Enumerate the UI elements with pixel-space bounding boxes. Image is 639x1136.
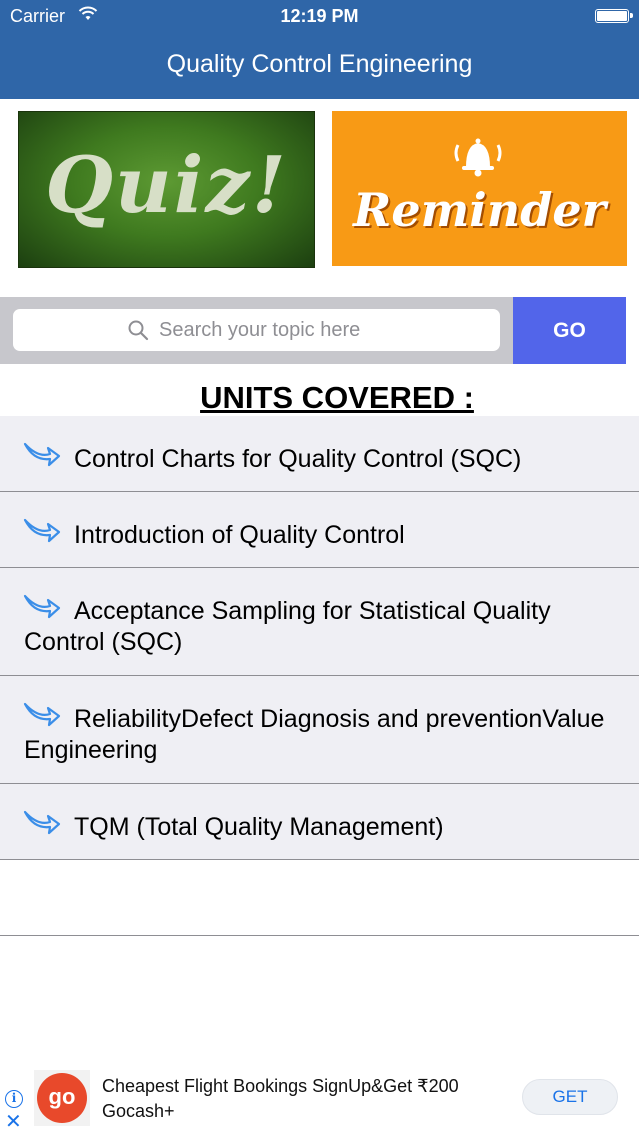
unit-item-label: Control Charts for Quality Control (SQC) [74,445,522,473]
bell-icon [454,138,502,177]
unit-item-tqm[interactable]: TQM (Total Quality Management) [0,784,639,860]
search-input[interactable] [159,309,489,351]
ad-logo-text: go [37,1073,87,1123]
ad-banner[interactable]: i ✕ go Cheapest Flight Bookings SignUp&G… [0,1068,639,1136]
quiz-banner[interactable]: Quiz! [18,111,315,268]
search-icon [128,320,149,341]
reminder-banner-label: Reminder [353,183,606,237]
ad-text: Cheapest Flight Bookings SignUp&Get ₹200… [102,1076,459,1121]
close-icon[interactable]: ✕ [5,1112,22,1132]
search-bar [0,297,513,364]
unit-item-label: Acceptance Sampling for Statistical Qual… [24,597,551,656]
page-title: Quality Control Engineering [166,50,473,78]
go-button[interactable]: GO [513,297,626,364]
search-field[interactable] [13,309,500,351]
ad-logo: go [34,1070,90,1126]
unit-item-introduction[interactable]: Introduction of Quality Control [0,492,639,568]
units-covered-heading: UNITS COVERED : [200,380,474,415]
ad-get-button[interactable]: GET [522,1079,618,1115]
unit-item-control-charts[interactable]: Control Charts for Quality Control (SQC) [0,416,639,492]
unit-item-label: TQM (Total Quality Management) [74,813,444,841]
quiz-banner-label: Quiz! [45,140,288,231]
unit-list: Control Charts for Quality Control (SQC)… [0,416,639,936]
info-icon[interactable]: i [5,1090,23,1108]
status-time: 12:19 PM [280,6,359,26]
app-header: Carrier 12:19 PM Quality Control Enginee… [0,0,639,99]
reminder-banner[interactable]: Reminder [332,111,627,266]
empty-row [0,860,639,936]
unit-item-acceptance-sampling[interactable]: Acceptance Sampling for Statistical Qual… [0,568,639,676]
unit-item-label: Introduction of Quality Control [74,521,405,549]
battery-icon [595,9,633,23]
unit-item-reliability[interactable]: ReliabilityDefect Diagnosis and preventi… [0,676,639,784]
status-bar: Carrier 12:19 PM [0,0,639,34]
unit-item-label: ReliabilityDefect Diagnosis and preventi… [24,705,605,764]
